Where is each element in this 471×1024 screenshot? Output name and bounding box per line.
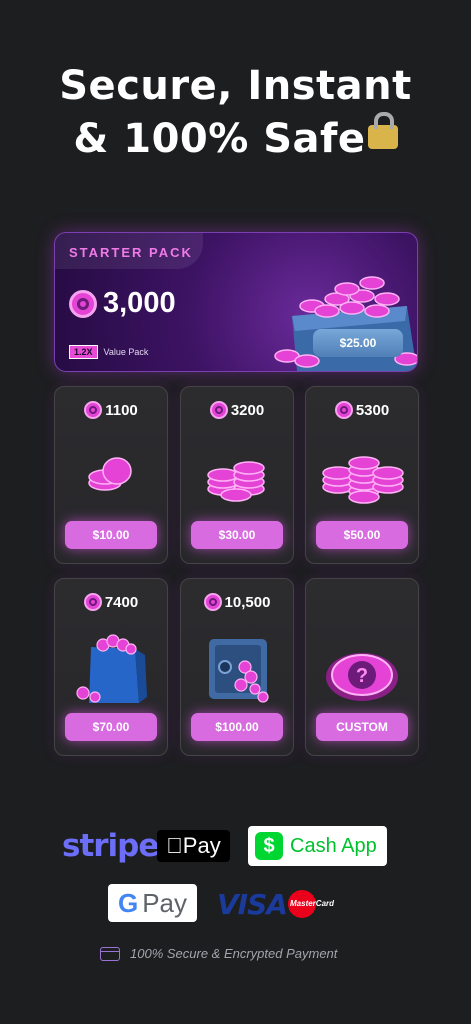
secure-text: 100% Secure & Encrypted Payment (130, 946, 338, 961)
apple-pay-logo: Pay (157, 830, 230, 862)
pack-amount: 7400 (55, 593, 167, 611)
mastercard-logo: MasterCard (288, 890, 334, 920)
apple-pay-label: Pay (174, 833, 221, 858)
hero-line-2-text: & 100% Safe (73, 116, 366, 162)
coin-pack-card[interactable]: 1100 $10.00 (54, 386, 168, 564)
starter-pack-amount-value: 3,000 (103, 287, 176, 319)
buy-button[interactable]: $10.00 (65, 521, 157, 549)
coin-pile-small-icon (88, 457, 132, 491)
mastercard-label: MasterCard (290, 899, 335, 908)
pack-amount: 3200 (181, 401, 293, 419)
stripe-logo: stripe (62, 828, 159, 864)
card-shield-icon (100, 946, 120, 961)
safe-vault-icon (209, 639, 269, 703)
lock-icon (367, 112, 398, 149)
cash-app-label: Cash App (290, 834, 377, 857)
starter-pack-card[interactable]: STARTER PACK 3,000 1.2X Value Pack $25.0… (54, 232, 418, 372)
custom-button[interactable]: CUSTOM (316, 713, 408, 741)
starter-pack-amount: 3,000 (69, 287, 176, 320)
coin-icon (84, 401, 103, 419)
google-g-icon: G (117, 887, 139, 918)
visa-logo: VISA (217, 888, 288, 921)
pack-amount-value: 10,500 (224, 593, 271, 611)
coin-icon (209, 401, 228, 419)
hero-line-1: Secure, Instant (59, 63, 412, 109)
coin-icon (69, 289, 97, 318)
coin-pack-card[interactable]: 10,500 $100.00 (180, 578, 294, 756)
pack-amount-value: 5300 (355, 401, 390, 419)
pack-amount: 1100 (55, 401, 167, 419)
dollar-icon: $ (255, 832, 283, 860)
shopping-bag-icon (76, 634, 147, 703)
pack-amount: 5300 (306, 401, 418, 419)
svg-text:?: ? (356, 665, 368, 687)
value-pack-label: Value Pack (103, 347, 149, 357)
google-pay-logo: G Pay (108, 884, 197, 922)
pack-amount: 10,500 (181, 593, 293, 611)
coin-icon (334, 401, 353, 419)
coin-pile-large-icon (322, 456, 404, 504)
coin-icon (83, 593, 102, 611)
secure-payment-note: 100% Secure & Encrypted Payment (100, 946, 337, 961)
buy-button[interactable]: $50.00 (316, 521, 408, 549)
value-pack-badge: 1.2X Value Pack (69, 345, 148, 359)
pack-amount-value: 3200 (230, 401, 265, 419)
starter-pack-price-button[interactable]: $25.00 (313, 329, 403, 357)
coin-icon (203, 593, 222, 611)
cash-app-logo: $ Cash App (248, 826, 387, 866)
hero-heading: Secure, Instant & 100% Safe (0, 60, 471, 166)
buy-button[interactable]: $100.00 (191, 713, 283, 741)
google-pay-label: Pay (142, 887, 188, 918)
multiplier-badge: 1.2X (69, 345, 98, 359)
starter-pack-title: STARTER PACK (69, 245, 193, 260)
coin-pack-card[interactable]: 7400 $70.00 (54, 578, 168, 756)
buy-button[interactable]: $30.00 (191, 521, 283, 549)
apple-icon:  (166, 833, 183, 859)
custom-pack-card[interactable]: ? CUSTOM (305, 578, 419, 756)
coin-pack-card[interactable]: 5300 $50.00 (305, 386, 419, 564)
question-coin-icon: ? (326, 653, 398, 701)
coin-pile-medium-icon (207, 461, 265, 502)
pack-amount-value: 7400 (104, 593, 139, 611)
pack-amount-value: 1100 (105, 401, 138, 419)
hero-line-2: & 100% Safe (0, 112, 471, 166)
buy-button[interactable]: $70.00 (65, 713, 157, 741)
coin-pack-card[interactable]: 3200 $30.00 (180, 386, 294, 564)
